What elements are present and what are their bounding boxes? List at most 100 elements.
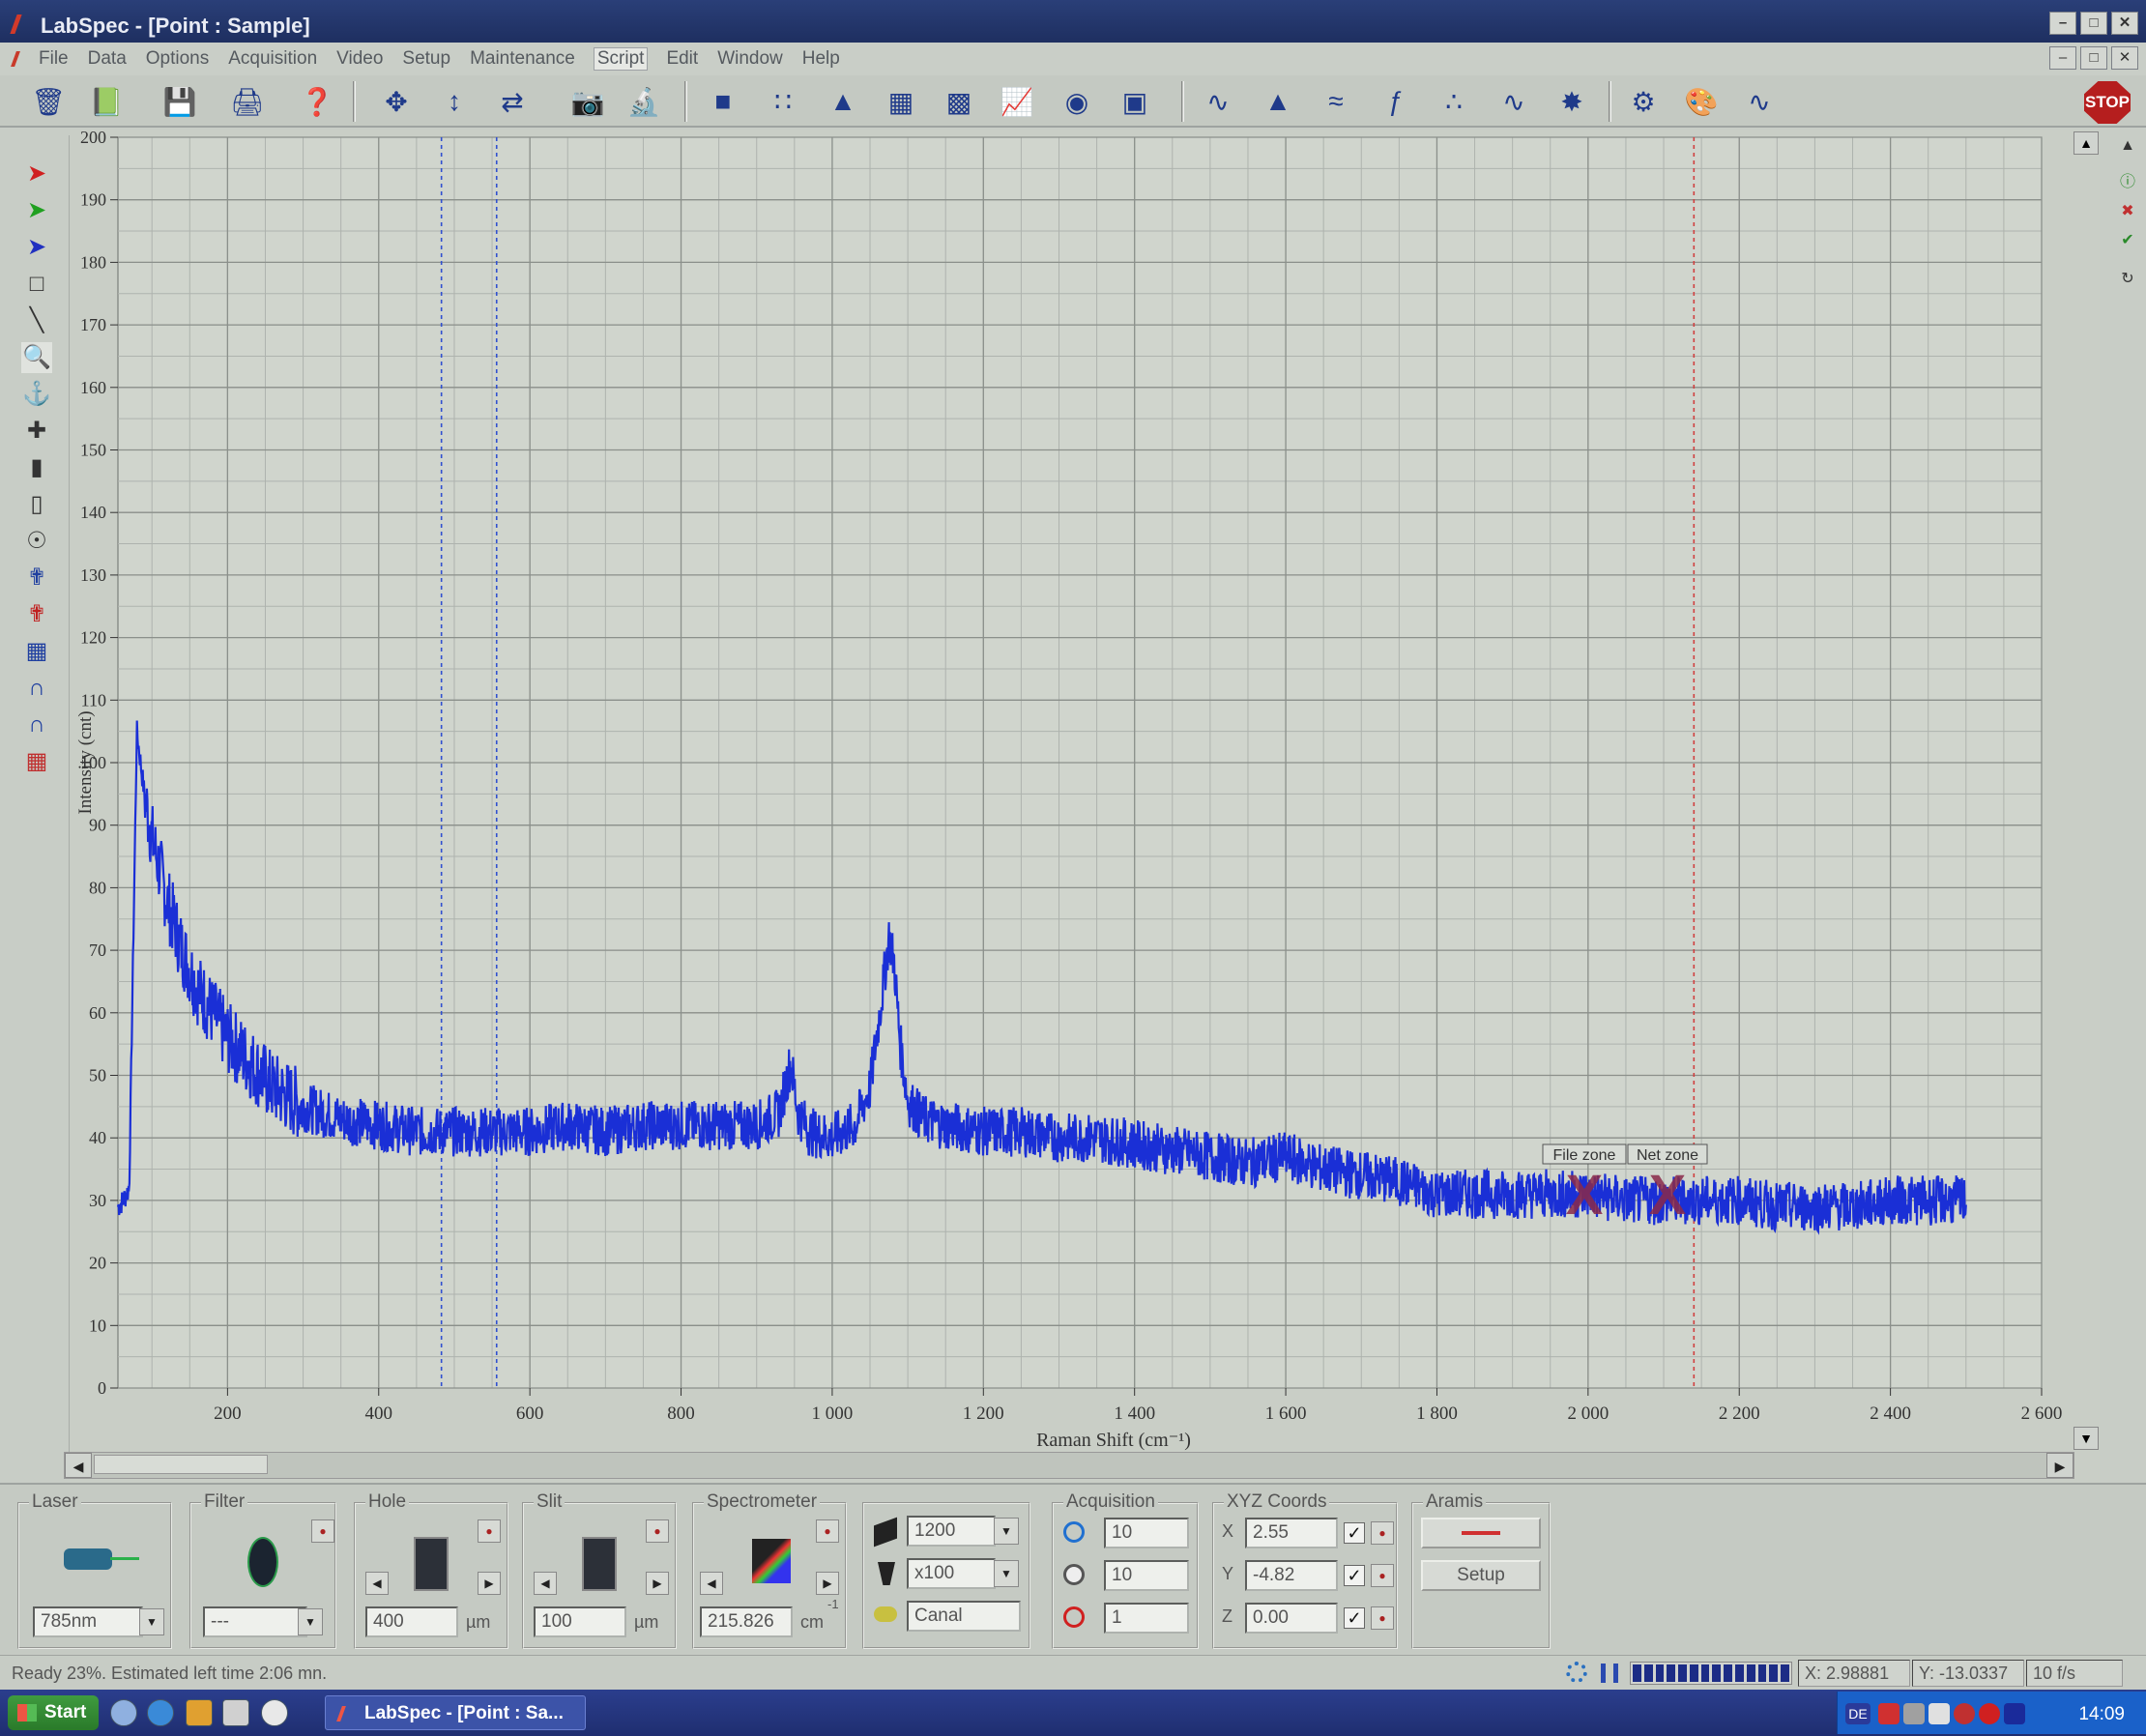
filter-reset-icon[interactable]: ●: [311, 1519, 334, 1543]
repeat-field[interactable]: 1: [1104, 1603, 1189, 1634]
filter-dropdown-icon[interactable]: ▼: [298, 1608, 323, 1635]
desktop-icon[interactable]: [110, 1699, 137, 1726]
spectrometer-reset-icon[interactable]: ●: [816, 1519, 839, 1543]
y-coord-field[interactable]: -4.82: [1245, 1560, 1338, 1591]
color-icon[interactable]: 🎨: [1682, 83, 1721, 120]
help-cursor-icon[interactable]: ❓: [298, 83, 336, 120]
grid-tool-icon[interactable]: ▦: [21, 746, 52, 777]
hole-value-field[interactable]: 400: [365, 1606, 458, 1637]
language-indicator[interactable]: DE: [1845, 1703, 1870, 1724]
refresh-icon[interactable]: ↻: [2117, 269, 2138, 290]
microscope-icon[interactable]: 🔬: [624, 83, 663, 120]
dots-icon[interactable]: ∷: [764, 83, 802, 120]
peak-fit-icon[interactable]: ✟: [21, 563, 52, 593]
baseline-tool-icon[interactable]: ∩: [21, 709, 52, 740]
z-coord-field[interactable]: 0.00: [1245, 1603, 1338, 1634]
taskbar-labspec-item[interactable]: LabSpec - [Point : Sa...: [325, 1695, 586, 1730]
menu-maintenance[interactable]: Maintenance: [470, 48, 575, 70]
outlook-icon[interactable]: [186, 1699, 213, 1726]
grid-icon[interactable]: ▦: [882, 83, 920, 120]
spectrum-icon[interactable]: ∿: [1199, 83, 1237, 120]
cluster-icon[interactable]: ✸: [1552, 83, 1591, 120]
channel-field[interactable]: Canal: [907, 1601, 1021, 1632]
z-coord-checkbox[interactable]: ✓: [1344, 1607, 1365, 1629]
slit-value-field[interactable]: 100: [534, 1606, 626, 1637]
process-icon[interactable]: ⚙: [1624, 83, 1663, 120]
accumulation-field[interactable]: 10: [1104, 1518, 1189, 1548]
scroll-right-button[interactable]: ▶: [2046, 1453, 2074, 1478]
fit-icon[interactable]: ▣: [1116, 83, 1154, 120]
ft-icon[interactable]: ƒ: [1377, 83, 1415, 120]
peak-delete-icon[interactable]: ✟: [21, 599, 52, 630]
doc-restore-button[interactable]: □: [2080, 46, 2107, 70]
select-red-icon[interactable]: ➤: [21, 159, 52, 189]
aramis-setup-button[interactable]: Setup: [1421, 1560, 1541, 1591]
menu-setup[interactable]: Setup: [402, 48, 450, 70]
doc-close-button[interactable]: ✕: [2111, 46, 2138, 70]
ffs-icon[interactable]: ∴: [1435, 83, 1473, 120]
x-coord-checkbox[interactable]: ✓: [1344, 1522, 1365, 1544]
slit-increase-button[interactable]: ▶: [646, 1572, 669, 1595]
net-zone-marker-icon[interactable]: X: [1649, 1164, 1687, 1227]
menu-help[interactable]: Help: [802, 48, 840, 70]
usb-icon[interactable]: [1903, 1703, 1925, 1724]
curve-icon[interactable]: ∩: [21, 673, 52, 704]
laser-dropdown-icon[interactable]: ▼: [139, 1608, 164, 1635]
horizontal-scrollbar[interactable]: ◀ ▶: [64, 1452, 2074, 1479]
print-icon[interactable]: 🖨: [228, 83, 267, 120]
peaks-icon[interactable]: ▲: [1259, 83, 1297, 120]
menu-script[interactable]: Script: [593, 47, 649, 71]
book-icon[interactable]: 📗: [87, 83, 126, 120]
browser-icon[interactable]: [147, 1699, 174, 1726]
band-icon[interactable]: ▦: [21, 636, 52, 667]
line-icon[interactable]: ╲: [21, 305, 52, 336]
baseline-icon[interactable]: ≈: [1317, 83, 1355, 120]
slit-reset-icon[interactable]: ●: [646, 1519, 669, 1543]
menu-acquisition[interactable]: Acquisition: [228, 48, 317, 70]
hole-decrease-button[interactable]: ◀: [365, 1572, 389, 1595]
time-field[interactable]: 10: [1104, 1560, 1189, 1591]
laser-select[interactable]: 785nm: [33, 1606, 143, 1637]
slit-decrease-button[interactable]: ◀: [534, 1572, 557, 1595]
delete-icon[interactable]: ✖: [2117, 201, 2138, 222]
antivirus-icon[interactable]: [1979, 1703, 2000, 1724]
move-icon[interactable]: ✚: [21, 416, 52, 447]
camera-icon[interactable]: 📷: [568, 83, 607, 120]
cursor-add-icon[interactable]: ▮: [21, 452, 52, 483]
zoom-icon[interactable]: 🔍: [21, 342, 52, 373]
pile-icon[interactable]: ▲: [824, 83, 862, 120]
spectrum-chart[interactable]: 0 10 20 30 40 50 60 70 80 90 100 110 120 130 140 150 160…: [70, 130, 2100, 1483]
menu-edit[interactable]: Edit: [666, 48, 698, 70]
spectrometer-value-field[interactable]: 215.826: [700, 1606, 793, 1637]
open-icon[interactable]: 🗑: [29, 83, 68, 120]
script-icon[interactable]: [222, 1699, 249, 1726]
network-icon[interactable]: [1878, 1703, 1900, 1724]
menu-video[interactable]: Video: [336, 48, 383, 70]
monitor-icon[interactable]: [2004, 1703, 2025, 1724]
select-green-icon[interactable]: ➤: [21, 195, 52, 226]
zoom-x-icon[interactable]: ⇄: [493, 83, 532, 120]
spectrometer-decrease-button[interactable]: ◀: [700, 1572, 723, 1595]
maximize-button[interactable]: □: [2080, 12, 2107, 35]
objective-dropdown-icon[interactable]: ▼: [994, 1560, 1019, 1587]
cylinder-icon[interactable]: ◉: [1058, 83, 1096, 120]
menu-options[interactable]: Options: [146, 48, 209, 70]
spectrometer-increase-button[interactable]: ▶: [816, 1572, 839, 1595]
scroll-left-button[interactable]: ◀: [65, 1453, 92, 1478]
fine-grid-icon[interactable]: ▩: [940, 83, 978, 120]
filter-select[interactable]: ---: [203, 1606, 307, 1637]
y-coord-reset-icon[interactable]: ●: [1371, 1564, 1394, 1587]
minimize-button[interactable]: –: [2049, 12, 2076, 35]
zoom-y-icon[interactable]: ↕: [435, 83, 474, 120]
z-coord-reset-icon[interactable]: ●: [1371, 1606, 1394, 1630]
y-coord-checkbox[interactable]: ✓: [1344, 1565, 1365, 1586]
zoom-all-icon[interactable]: ✥: [377, 83, 416, 120]
document-icon[interactable]: [11, 51, 32, 67]
media-player-icon[interactable]: [261, 1699, 288, 1726]
chart-scroll-down-button[interactable]: ▼: [2074, 1427, 2099, 1450]
scroll-thumb[interactable]: [94, 1455, 268, 1474]
spectrum-plot[interactable]: 0102030405060708090100110120130140150160…: [70, 130, 2071, 1463]
anchor-icon[interactable]: ⚓: [21, 379, 52, 410]
overlay-icon[interactable]: ∿: [1740, 83, 1779, 120]
doc-minimize-button[interactable]: –: [2049, 46, 2076, 70]
